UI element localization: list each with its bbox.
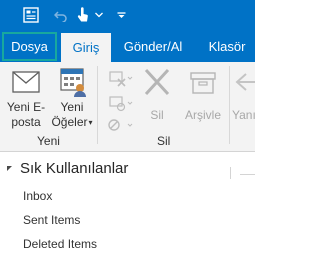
new-email-icon: [12, 71, 40, 93]
tab-file[interactable]: Dosya: [2, 32, 57, 61]
group-separator: [97, 66, 98, 144]
new-email-label-2: posta: [11, 115, 41, 129]
junk-button[interactable]: [103, 118, 133, 134]
touch-mode-icon[interactable]: [74, 0, 92, 30]
group-separator: [229, 66, 230, 144]
quick-access-toolbar: [0, 0, 255, 30]
folder-deleted-items[interactable]: Deleted Items: [23, 237, 97, 251]
new-items-label-2: Öğeler▾: [51, 115, 92, 130]
pane-divider: [230, 167, 231, 179]
folder-inbox[interactable]: Inbox: [23, 189, 52, 203]
delete-label: Sil: [150, 108, 164, 122]
archive-button[interactable]: Arşivle: [180, 66, 226, 123]
tab-folder[interactable]: Klasör: [202, 30, 252, 62]
new-items-label-text: Öğeler: [51, 115, 88, 129]
collapse-chevron-icon: [6, 160, 20, 177]
reply-button[interactable]: Yanı: [232, 66, 255, 123]
archive-label: Arşivle: [184, 108, 221, 122]
cleanup-icon: [109, 96, 133, 112]
delete-icon: [144, 68, 170, 96]
customize-toolbar-icon[interactable]: [115, 0, 127, 30]
cleanup-button[interactable]: [103, 93, 133, 113]
ribbon-tabs: Dosya Giriş Gönder/Al Klasör: [0, 30, 255, 62]
navigation-pane: Sık Kullanılanlar Inbox Sent Items Delet…: [0, 152, 255, 260]
new-items-button[interactable]: Yeni Öğeler▾: [50, 66, 94, 130]
group-label-new: Yeni: [37, 134, 60, 148]
favorites-title: Sık Kullanılanlar: [20, 160, 129, 177]
ribbon-home: Yeni E- posta Yeni Öğeler▾ Yeni Sil Arşi…: [0, 62, 255, 152]
reply-icon: [235, 73, 255, 91]
outlook-app-icon[interactable]: [20, 0, 42, 30]
ignore-button[interactable]: [103, 68, 133, 88]
reply-label: Yanı: [232, 108, 255, 122]
ignore-icon: [109, 71, 133, 87]
junk-icon: [108, 119, 133, 131]
tab-home[interactable]: Giriş: [61, 33, 111, 62]
folder-sent-items[interactable]: Sent Items: [23, 213, 80, 227]
archive-icon: [190, 72, 216, 94]
new-items-icon: [60, 68, 86, 97]
new-email-button[interactable]: Yeni E- posta: [4, 66, 48, 130]
group-label-delete: Sil: [157, 134, 171, 148]
new-email-label-1: Yeni E-: [6, 100, 46, 114]
chevron-down-icon[interactable]: [94, 0, 104, 30]
favorites-header[interactable]: Sık Kullanılanlar: [6, 160, 128, 177]
delete-button[interactable]: Sil: [136, 66, 178, 123]
undo-icon[interactable]: [52, 0, 70, 30]
tab-send-receive[interactable]: Gönder/Al: [118, 30, 188, 62]
message-list-edge: [240, 174, 255, 175]
chevron-down-icon: ▾: [88, 118, 93, 127]
new-items-label-1: Yeni: [60, 100, 84, 114]
